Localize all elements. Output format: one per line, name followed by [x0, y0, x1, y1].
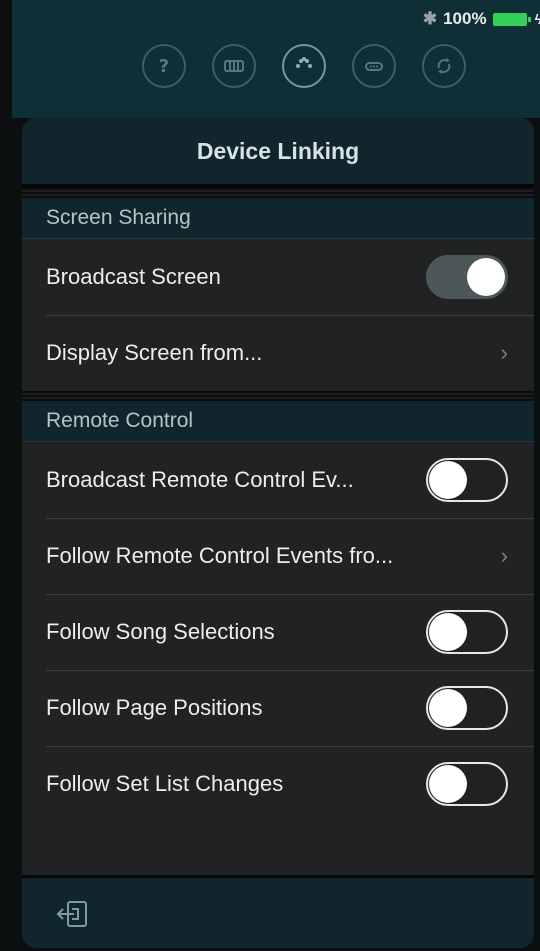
follow-song-selections-label: Follow Song Selections: [46, 619, 275, 644]
chevron-right-icon: ›: [500, 340, 508, 365]
follow-set-list-changes-label: Follow Set List Changes: [46, 771, 284, 796]
battery-icon: [492, 12, 531, 26]
link-icon[interactable]: [352, 44, 396, 88]
bluetooth-icon: ✱: [422, 9, 438, 28]
follow-page-positions-label: Follow Page Positions: [46, 695, 263, 720]
toggle-knob: [467, 258, 505, 296]
follow-song-selections-row: Follow Song Selections: [22, 594, 534, 670]
display-screen-from-label: Display Screen from...: [46, 340, 263, 365]
popover-arrow: [392, 102, 424, 118]
chevron-right-icon: ›: [500, 543, 508, 568]
status-bar: ✱ 100% ϟ: [423, 6, 540, 32]
charging-icon: ϟ: [534, 11, 540, 27]
toggle-knob: [429, 613, 467, 651]
follow-set-list-changes-row: Follow Set List Changes: [22, 746, 534, 822]
follow-remote-control-events-row[interactable]: Follow Remote Control Events fro... ›: [22, 518, 534, 594]
help-icon[interactable]: ?: [142, 44, 186, 88]
follow-set-list-changes-toggle[interactable]: [426, 762, 508, 806]
sync-icon[interactable]: [422, 44, 466, 88]
broadcast-screen-toggle[interactable]: [426, 255, 508, 299]
popover-header: Device Linking: [22, 118, 534, 188]
display-screen-from-row[interactable]: Display Screen from... ›: [22, 315, 534, 391]
popover-footer: [22, 875, 534, 948]
battery-percent: 100%: [443, 9, 487, 28]
toggle-knob: [429, 765, 467, 803]
follow-song-selections-toggle[interactable]: [426, 610, 508, 654]
toggle-knob: [429, 461, 467, 499]
section-header-remote-control: Remote Control: [22, 401, 534, 442]
divider: [22, 188, 534, 198]
keyboard-icon[interactable]: [212, 44, 256, 88]
section-header-screen-sharing: Screen Sharing: [22, 198, 534, 239]
popover-title: Device Linking: [196, 137, 360, 164]
device-linking-popover: Device Linking Screen Sharing Broadcast …: [22, 118, 534, 948]
toggle-knob: [429, 689, 467, 727]
broadcast-screen-row: Broadcast Screen: [22, 239, 534, 315]
top-toolbar: ✱ 100% ϟ ?: [12, 0, 540, 118]
broadcast-screen-label: Broadcast Screen: [46, 264, 221, 289]
broadcast-remote-control-label: Broadcast Remote Control Ev...: [46, 467, 354, 492]
follow-page-positions-row: Follow Page Positions: [22, 670, 534, 746]
follow-page-positions-toggle[interactable]: [426, 686, 508, 730]
svg-text:?: ?: [159, 56, 169, 77]
follow-remote-control-events-label: Follow Remote Control Events fro...: [46, 543, 394, 568]
exit-icon[interactable]: [54, 896, 92, 932]
broadcast-remote-control-toggle[interactable]: [426, 458, 508, 502]
midi-icon[interactable]: [282, 44, 326, 88]
broadcast-remote-control-row: Broadcast Remote Control Ev...: [22, 442, 534, 518]
divider: [22, 391, 534, 401]
